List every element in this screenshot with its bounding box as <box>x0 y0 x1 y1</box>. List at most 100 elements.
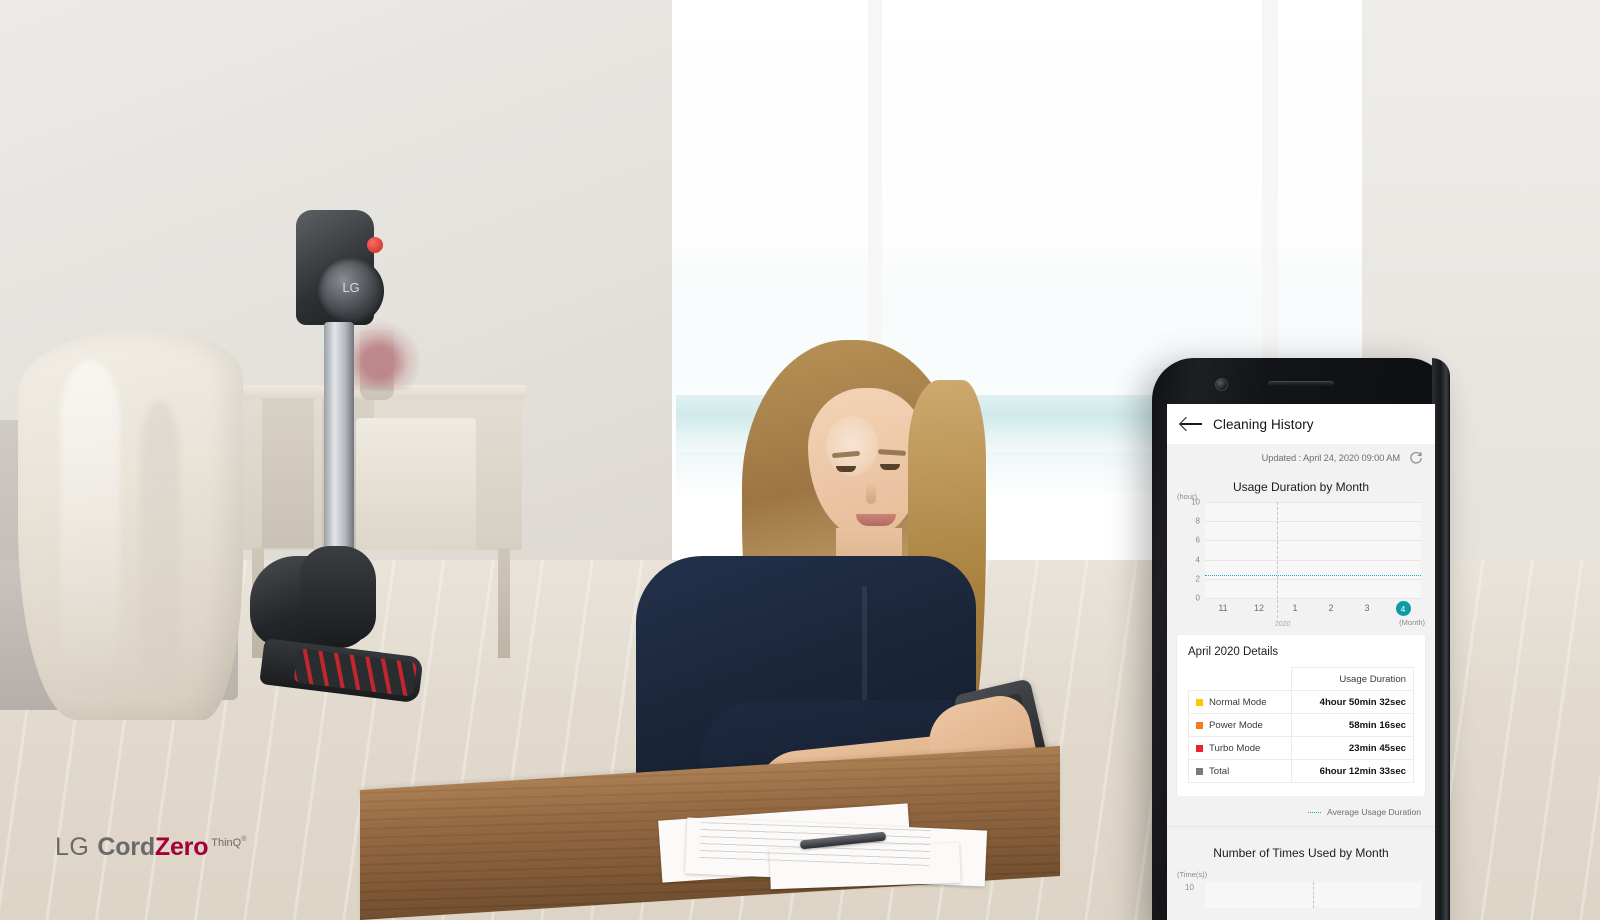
x-tick[interactable]: 1 <box>1292 603 1297 613</box>
x-tick[interactable]: 2 <box>1328 603 1333 613</box>
blanket-fold <box>60 360 120 690</box>
mode-label-cell: Power Mode <box>1188 713 1292 737</box>
usage-duration-value: 58min 16sec <box>1290 713 1415 737</box>
chart-plot-area: (hour) 0 2 4 6 8 10 11 12 1 2 3 4 2020 (Month) <box>1177 492 1425 628</box>
y-axis-tick: 2 <box>1195 574 1200 584</box>
chart2-plot-area: (Time(s)) 10 <box>1177 868 1421 908</box>
throw-blanket <box>18 330 243 720</box>
mode-label-cell: Normal Mode <box>1188 690 1292 714</box>
x-tick-slot[interactable]: 1 <box>1277 600 1313 620</box>
lg-cordzero-thinq-logo: LG Cord Zero ThinQ ® <box>55 833 246 862</box>
bar-plot: 0 2 4 6 8 10 <box>1191 498 1421 618</box>
chart2-y-axis-unit-label: (Time(s)) <box>1177 870 1208 879</box>
y-axis-tick: 8 <box>1195 516 1200 526</box>
chart2-plot <box>1205 882 1421 908</box>
mode-label: Normal Mode <box>1209 696 1267 708</box>
mode-label: Power Mode <box>1209 719 1263 731</box>
usage-duration-value: 23min 45sec <box>1290 736 1415 760</box>
y-axis-tick: 0 <box>1195 593 1200 603</box>
color-swatch-icon <box>1196 721 1203 729</box>
refresh-icon[interactable] <box>1409 451 1423 465</box>
vacuum-head-cover <box>300 546 376 642</box>
logo-zero: Zero <box>154 833 209 861</box>
bar-series-group <box>1205 502 1421 598</box>
vacuum-dial <box>318 258 384 324</box>
times-used-chart-card: Number of Times Used by Month (Time(s)) … <box>1167 826 1435 908</box>
x-tick-slot[interactable]: 12 <box>1241 600 1277 620</box>
bar-slot[interactable] <box>1241 502 1277 598</box>
x-tick-slot[interactable]: 3 <box>1349 600 1385 620</box>
table-body: Normal Mode 4hour 50min 32sec Power Mode 58… <box>1188 690 1415 783</box>
logo-cord: Cord <box>97 833 155 861</box>
phone-screen: Cleaning History Updated : April 24, 202… <box>1167 404 1435 920</box>
gridline <box>1205 598 1421 599</box>
usage-duration-value: 4hour 50min 32sec <box>1290 690 1415 714</box>
gridline <box>1205 521 1421 523</box>
monthly-details-card: April 2020 Details Usage Duration Normal… <box>1177 635 1425 796</box>
front-camera-icon <box>1216 379 1227 390</box>
x-tick[interactable]: 11 <box>1218 603 1227 613</box>
x-axis-labels: 11 12 1 2 3 4 <box>1205 600 1421 620</box>
chart2-title: Number of Times Used by Month <box>1213 846 1389 860</box>
mode-label-cell: Total <box>1188 759 1292 783</box>
usage-duration-table: Usage Duration Normal Mode 4hour 50min 32… <box>1188 667 1415 783</box>
color-swatch-icon <box>1196 744 1203 752</box>
chart-legend: Average Usage Duration <box>1167 796 1435 826</box>
x-tick-slot[interactable]: 4 <box>1385 600 1421 620</box>
gridline <box>1205 540 1421 542</box>
vacuum-tube <box>324 322 354 572</box>
back-arrow-icon[interactable] <box>1181 416 1202 432</box>
app-bar: Cleaning History <box>1167 404 1435 444</box>
table-row: Power Mode 58min 16sec <box>1188 713 1415 737</box>
chair <box>356 418 476 550</box>
table-row: Turbo Mode 23min 45sec <box>1188 736 1415 760</box>
x-tick[interactable]: 12 <box>1254 603 1264 613</box>
x-tick[interactable]: 3 <box>1364 603 1369 613</box>
vacuum-power-button <box>367 237 383 253</box>
page-title: Cleaning History <box>1213 416 1314 432</box>
cabinet-panel <box>262 398 314 548</box>
chart-title: Usage Duration by Month <box>1232 480 1370 494</box>
logo-thinq: ThinQ <box>211 837 242 849</box>
gridline <box>1205 559 1421 561</box>
content-scroll-area[interactable]: Updated : April 24, 2020 09:00 AM Usage … <box>1167 444 1435 920</box>
logo-lg: LG <box>55 833 90 861</box>
mode-label: Turbo Mode <box>1209 742 1261 754</box>
gridline <box>1205 578 1421 580</box>
x-tick-selected[interactable]: 4 <box>1395 601 1411 616</box>
color-swatch-icon <box>1196 767 1203 775</box>
mode-label-cell: Turbo Mode <box>1188 736 1292 760</box>
column-header-usage-duration: Usage Duration <box>1290 667 1415 691</box>
usage-duration-chart-card: Usage Duration by Month (hour) 0 2 4 6 8 10 1… <box>1167 471 1435 628</box>
y-axis-tick: 4 <box>1195 555 1200 565</box>
table-row: Normal Mode 4hour 50min 32sec <box>1188 690 1415 714</box>
legend-label-average: Average Usage Duration <box>1327 807 1421 817</box>
updated-row: Updated : April 24, 2020 09:00 AM <box>1167 444 1435 471</box>
updated-timestamp: Updated : April 24, 2020 09:00 AM <box>1261 453 1400 463</box>
color-swatch-icon <box>1196 698 1203 706</box>
bar-slot[interactable] <box>1205 502 1241 598</box>
logo-registered-mark: ® <box>241 836 247 843</box>
y-axis-tick: 10 <box>1191 497 1200 507</box>
bar-slot[interactable] <box>1277 502 1313 598</box>
cabinet-leg <box>498 548 510 658</box>
blanket-fold <box>140 400 180 700</box>
table-header-row: Usage Duration <box>1188 667 1415 691</box>
bar-slot[interactable] <box>1385 502 1421 598</box>
bar-slot[interactable] <box>1349 502 1385 598</box>
screenshot-stage: LG Cord Zero ThinQ ® Cleaning History Up… <box>0 0 1600 920</box>
bar-slot[interactable] <box>1313 502 1349 598</box>
x-axis-unit-label: (Month) <box>1399 618 1425 627</box>
earpiece-speaker <box>1268 381 1334 387</box>
mode-label: Total <box>1209 765 1230 777</box>
chart2-year-divider <box>1313 882 1314 908</box>
usage-duration-value: 6hour 12min 33sec <box>1290 759 1415 783</box>
x-tick-slot[interactable]: 2 <box>1313 600 1349 620</box>
table-row: Total 6hour 12min 33sec <box>1188 759 1415 783</box>
average-usage-line <box>1205 574 1421 576</box>
average-line-swatch <box>1308 811 1322 813</box>
gridline <box>1205 502 1421 503</box>
x-tick-slot[interactable]: 11 <box>1205 600 1241 620</box>
year-divider-label: 2020 <box>1275 621 1291 628</box>
chart2-y-tick: 10 <box>1185 883 1194 892</box>
